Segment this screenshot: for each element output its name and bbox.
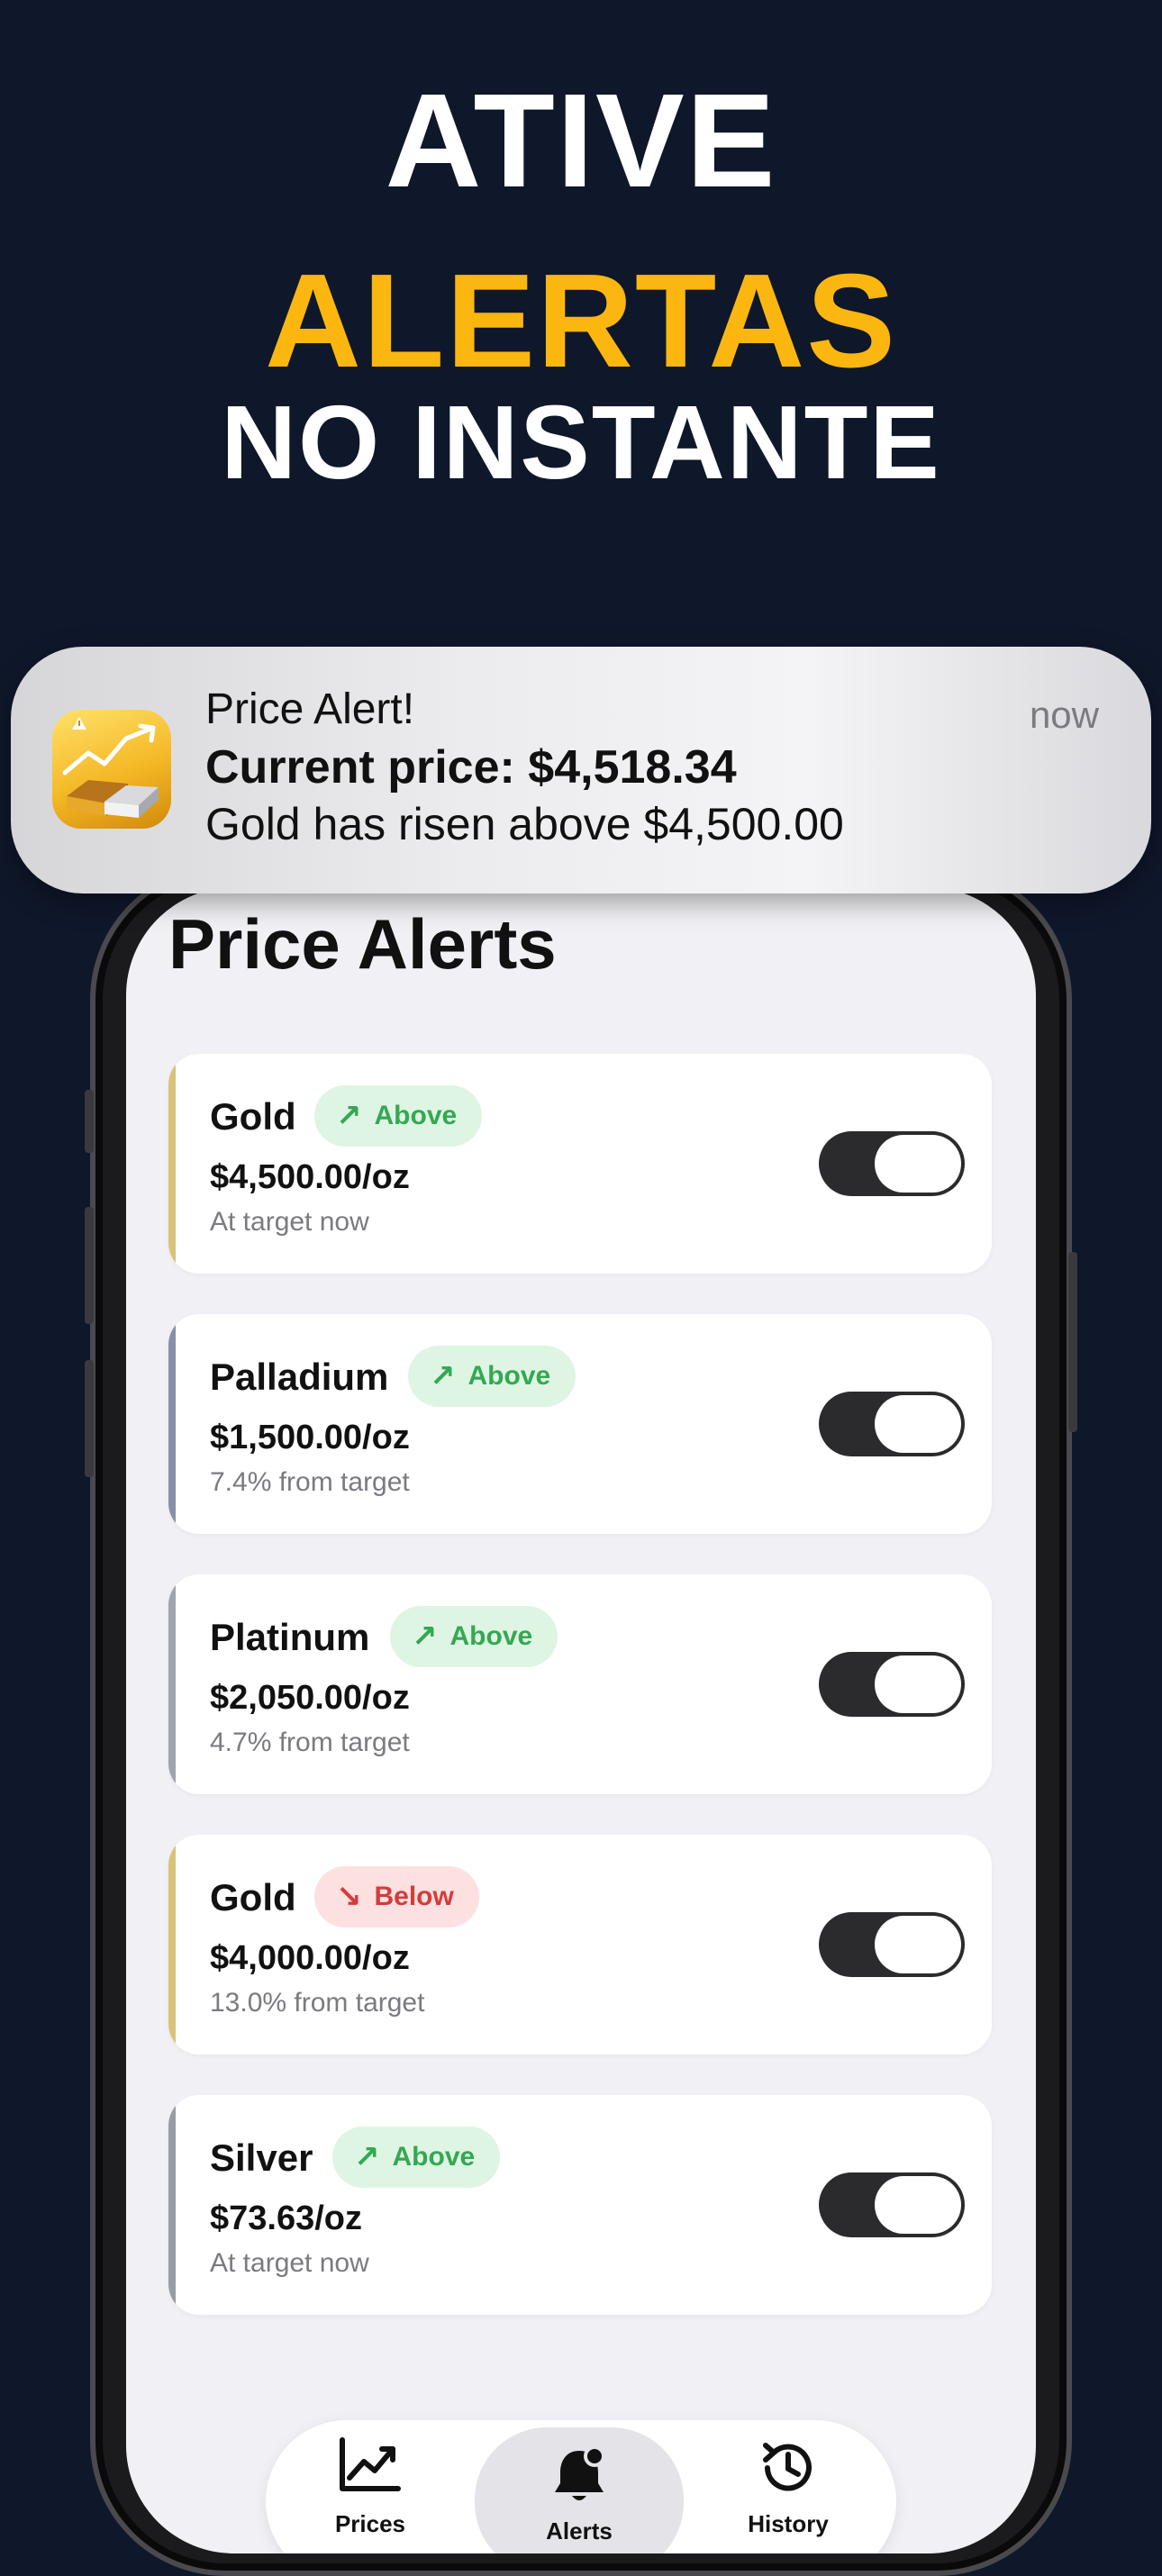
alert-card-gold-above[interactable]: Gold ↗ Above $4,500.00/oz At target now [168, 1054, 992, 1274]
price-alert-notification[interactable]: Price Alert! Current price: $4,518.34 Go… [11, 647, 1151, 893]
target-status: 13.0% from target [210, 1988, 425, 2018]
toggle-knob [875, 2176, 961, 2234]
direction-badge: ↗ Above [408, 1346, 576, 1407]
headline-line-1: ATIVE [385, 67, 777, 215]
alert-card-platinum-above[interactable]: Platinum ↗ Above $2,050.00/oz 4.7% from … [168, 1574, 992, 1794]
app-screen: Price Alerts Gold ↗ Above $4,500.00/oz A… [126, 887, 1036, 2553]
direction-label: Above [468, 1361, 551, 1391]
direction-badge: ↘ Below [314, 1866, 479, 1927]
metal-name: Silver [210, 2136, 313, 2179]
direction-badge: ↗ Above [314, 1085, 483, 1147]
target-price: $2,050.00/oz [210, 1679, 410, 1717]
direction-label: Above [392, 2142, 476, 2172]
metal-name: Palladium [210, 1356, 389, 1398]
target-price: $4,500.00/oz [210, 1158, 410, 1196]
arrow-up-right-icon: ↗ [336, 1099, 362, 1133]
target-status: 7.4% from target [210, 1467, 410, 1497]
tab-prices[interactable]: Prices [266, 2420, 475, 2553]
tab-label: Prices [334, 2510, 406, 2537]
target-price: $4,000.00/oz [210, 1939, 410, 1977]
tab-alerts[interactable]: Alerts [475, 2427, 684, 2553]
tab-label: History [748, 2510, 829, 2537]
gold-bars-chart-icon [52, 710, 171, 829]
alert-card-palladium-above[interactable]: Palladium ↗ Above $1,500.00/oz 7.4% from… [168, 1314, 992, 1534]
notification-title: Price Alert! [205, 685, 415, 733]
history-clock-icon [684, 2436, 893, 2513]
toggle-knob [875, 1395, 961, 1453]
card-accent-bar [168, 1835, 176, 2054]
notification-current-price: Current price: $4,518.34 [205, 741, 737, 794]
metal-name: Gold [210, 1095, 296, 1138]
side-button [1068, 1252, 1077, 1432]
direction-badge: ↗ Above [332, 2127, 501, 2188]
direction-label: Above [374, 1101, 458, 1130]
toggle-knob [875, 1916, 961, 1973]
tab-history[interactable]: History [684, 2420, 893, 2553]
target-status: At target now [210, 2248, 369, 2278]
direction-label: Above [449, 1621, 533, 1651]
direction-badge: ↗ Above [390, 1606, 558, 1667]
tab-bar: Prices Alerts History [266, 2420, 896, 2553]
side-button [85, 1207, 94, 1324]
metal-name: Gold [210, 1876, 296, 1918]
target-status: 4.7% from target [210, 1728, 410, 1757]
alert-card-gold-below[interactable]: Gold ↘ Below $4,000.00/oz 13.0% from tar… [168, 1835, 992, 2054]
arrow-up-right-icon: ↗ [430, 1359, 456, 1393]
alert-toggle[interactable] [819, 1131, 965, 1196]
side-button [85, 1090, 94, 1153]
bell-icon [475, 2444, 684, 2520]
alert-toggle[interactable] [819, 1392, 965, 1456]
target-price: $1,500.00/oz [210, 1419, 410, 1456]
card-accent-bar [168, 1574, 176, 1794]
target-price: $73.63/oz [210, 2200, 362, 2237]
alert-toggle[interactable] [819, 1652, 965, 1717]
target-status: At target now [210, 1207, 369, 1237]
card-accent-bar [168, 2095, 176, 2315]
alert-card-silver-above[interactable]: Silver ↗ Above $73.63/oz At target now [168, 2095, 992, 2315]
card-accent-bar [168, 1054, 176, 1274]
arrow-up-right-icon: ↗ [412, 1619, 438, 1654]
headline-line-2: ALERTAS [265, 247, 897, 395]
metal-name: Platinum [210, 1616, 370, 1658]
toggle-knob [875, 1655, 961, 1713]
side-button [85, 1360, 94, 1477]
alert-toggle[interactable] [819, 2172, 965, 2237]
arrow-up-right-icon: ↗ [354, 2140, 380, 2174]
notification-message: Gold has risen above $4,500.00 [205, 799, 844, 849]
direction-label: Below [374, 1882, 454, 1911]
notification-time: now [1029, 694, 1099, 736]
headline-line-3: NO INSTANTE [221, 384, 941, 501]
page-title: Price Alerts [168, 904, 557, 984]
arrow-down-right-icon: ↘ [336, 1880, 362, 1914]
tab-label: Alerts [546, 2517, 613, 2544]
toggle-knob [875, 1135, 961, 1193]
alert-toggle[interactable] [819, 1912, 965, 1977]
chart-line-icon [266, 2436, 475, 2506]
card-accent-bar [168, 1314, 176, 1534]
